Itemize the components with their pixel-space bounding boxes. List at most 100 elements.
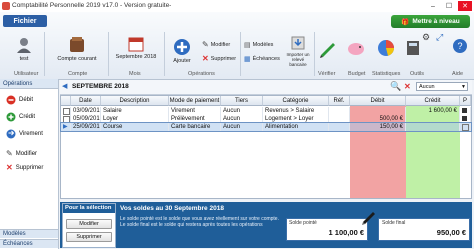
pointed-cell[interactable]: [460, 107, 471, 115]
sidebar-item-debit[interactable]: Débit: [6, 95, 33, 105]
column-header-ref[interactable]: Réf.: [329, 96, 350, 106]
calendar-icon: [128, 37, 144, 52]
previous-month-button[interactable]: ◀: [62, 82, 67, 90]
schedules-label: Échéances: [252, 56, 280, 62]
sidebar-item-label: Virement: [19, 131, 43, 137]
group-label-help: Aide: [452, 71, 464, 77]
import-label: Importer un relevé bancaire: [286, 52, 310, 67]
settings-button[interactable]: ⚙: [422, 32, 430, 43]
chevron-left-icon: ◀: [62, 83, 68, 90]
piggy-bank-icon: [348, 43, 364, 55]
selection-delete-button[interactable]: Supprimer: [66, 232, 112, 242]
account-selector[interactable]: Compte courant: [52, 36, 102, 62]
maximize-button[interactable]: ☐: [442, 1, 456, 11]
sidebar-footer-schedules[interactable]: Échéances: [0, 239, 58, 248]
gear-icon: ⚙: [422, 32, 431, 42]
row-checkbox[interactable]: [63, 108, 70, 115]
ribbon: Fichier 🎁 Mettre à niveau test Compte co…: [0, 12, 474, 80]
schedules-button[interactable]: ▦ Échéances: [244, 55, 280, 63]
pointed-checkbox-checked[interactable]: [462, 108, 467, 113]
sidebar-item-delete[interactable]: ✕ Supprimer: [6, 163, 43, 172]
separator: [314, 32, 315, 76]
month-label: Septembre 2018: [115, 54, 157, 60]
sidebar-footer-templates[interactable]: Modèles: [0, 229, 58, 238]
calculator-icon: [407, 41, 419, 55]
pencil-icon: ✎: [6, 149, 13, 158]
sidebar-item-label: Débit: [19, 97, 34, 103]
close-button[interactable]: ✕: [458, 1, 472, 11]
pointed-checkbox-checked[interactable]: [462, 116, 467, 121]
statistics-button[interactable]: [376, 38, 396, 60]
table-row-selected[interactable]: ▶ 25/09/2018 Course Carte bancaire Aucun…: [60, 122, 472, 132]
column-header-category[interactable]: Catégorie: [263, 96, 329, 106]
delete-icon: ✕: [6, 163, 13, 172]
check-button[interactable]: [318, 38, 338, 60]
row-pointer-icon: ▶: [63, 124, 68, 130]
table-row[interactable]: 05/09/2018 Loyer Prélèvement Aucun Logem…: [61, 115, 471, 123]
sidebar-item-modify[interactable]: ✎ Modifier: [6, 149, 37, 158]
svg-text:?: ?: [457, 41, 462, 51]
import-button[interactable]: Importer un relevé bancaire: [284, 36, 312, 67]
column-header-select[interactable]: [61, 96, 71, 106]
sidebar-item-credit[interactable]: Crédit: [6, 112, 35, 122]
transactions-table: Date Description Mode de paiement Tiers …: [60, 95, 472, 199]
row-select-cell[interactable]: [61, 107, 71, 115]
sidebar-item-transfer[interactable]: Virement: [6, 129, 43, 139]
templates-button[interactable]: ▤ Modèles: [244, 41, 273, 49]
search-icon: 🔍: [390, 81, 402, 91]
tiers-cell: Aucun: [221, 115, 263, 123]
column-header-payment-mode[interactable]: Mode de paiement: [169, 96, 221, 106]
payment-mode-cell: Virement: [169, 107, 221, 115]
row-select-cell[interactable]: [61, 115, 71, 123]
column-header-date[interactable]: Date: [71, 96, 101, 106]
column-header-tiers[interactable]: Tiers: [221, 96, 263, 106]
minimize-button[interactable]: –: [426, 1, 440, 11]
help-button[interactable]: ?: [452, 38, 468, 56]
group-label-operations: Opérations: [188, 71, 215, 77]
user-icon: [17, 38, 31, 53]
ref-cell: [329, 123, 350, 131]
window-title: Comptabilité Personnelle 2019 v17.0 - Ve…: [12, 2, 172, 9]
pointed-cell[interactable]: [460, 123, 471, 131]
plus-icon: [174, 39, 190, 55]
month-selector[interactable]: Septembre 2018: [112, 36, 160, 60]
row-select-cell[interactable]: ▶: [61, 123, 71, 131]
group-label-month: Mois: [129, 71, 141, 77]
column-header-pointed[interactable]: P: [460, 96, 471, 106]
add-button[interactable]: Ajouter: [170, 38, 194, 64]
payment-mode-cell: Carte bancaire: [169, 123, 221, 131]
templates-label: Modèles: [252, 42, 274, 48]
search-button[interactable]: 🔍: [390, 81, 401, 92]
filter-select[interactable]: Aucun ▼: [416, 82, 468, 91]
separator: [164, 32, 165, 76]
month-tab[interactable]: SEPTEMBRE 2018: [72, 83, 129, 90]
expand-button[interactable]: ⤢: [436, 32, 443, 43]
upgrade-label: Mettre à niveau: [412, 18, 460, 25]
minus-icon: [6, 95, 16, 105]
clear-filter-button[interactable]: ✕: [404, 82, 411, 91]
user-selector[interactable]: test: [10, 36, 38, 62]
pencil-icon: ✎: [202, 40, 209, 49]
pointed-checkbox[interactable]: [462, 124, 469, 131]
separator: [44, 32, 45, 76]
selection-panel: Pour la sélection Modifier Supprimer: [62, 203, 116, 248]
upgrade-button[interactable]: 🎁 Mettre à niveau: [391, 15, 470, 28]
column-header-debit[interactable]: Débit: [350, 96, 406, 106]
row-checkbox[interactable]: [63, 116, 70, 123]
modify-button[interactable]: ✎ Modifier: [202, 40, 230, 49]
tools-button[interactable]: [406, 40, 420, 58]
solde-pointe-box: Solde pointé 1 100,00 €: [286, 218, 368, 241]
debit-cell: 500,00 €: [350, 115, 406, 123]
group-label-account: Compte: [68, 71, 88, 77]
help-icon: ?: [453, 39, 467, 53]
account-name: Compte courant: [57, 56, 97, 62]
column-header-credit[interactable]: Crédit: [406, 96, 460, 106]
table-row[interactable]: 03/09/2018 Salaire Virement Aucun Revenu…: [61, 107, 471, 115]
selection-modify-button[interactable]: Modifier: [66, 219, 112, 229]
column-header-description[interactable]: Description: [101, 96, 169, 106]
delete-button[interactable]: ✕ Supprimer: [202, 54, 236, 63]
pointed-cell[interactable]: [460, 115, 471, 123]
file-menu-button[interactable]: Fichier: [3, 15, 47, 27]
budget-button[interactable]: [346, 38, 366, 60]
separator: [240, 32, 241, 76]
